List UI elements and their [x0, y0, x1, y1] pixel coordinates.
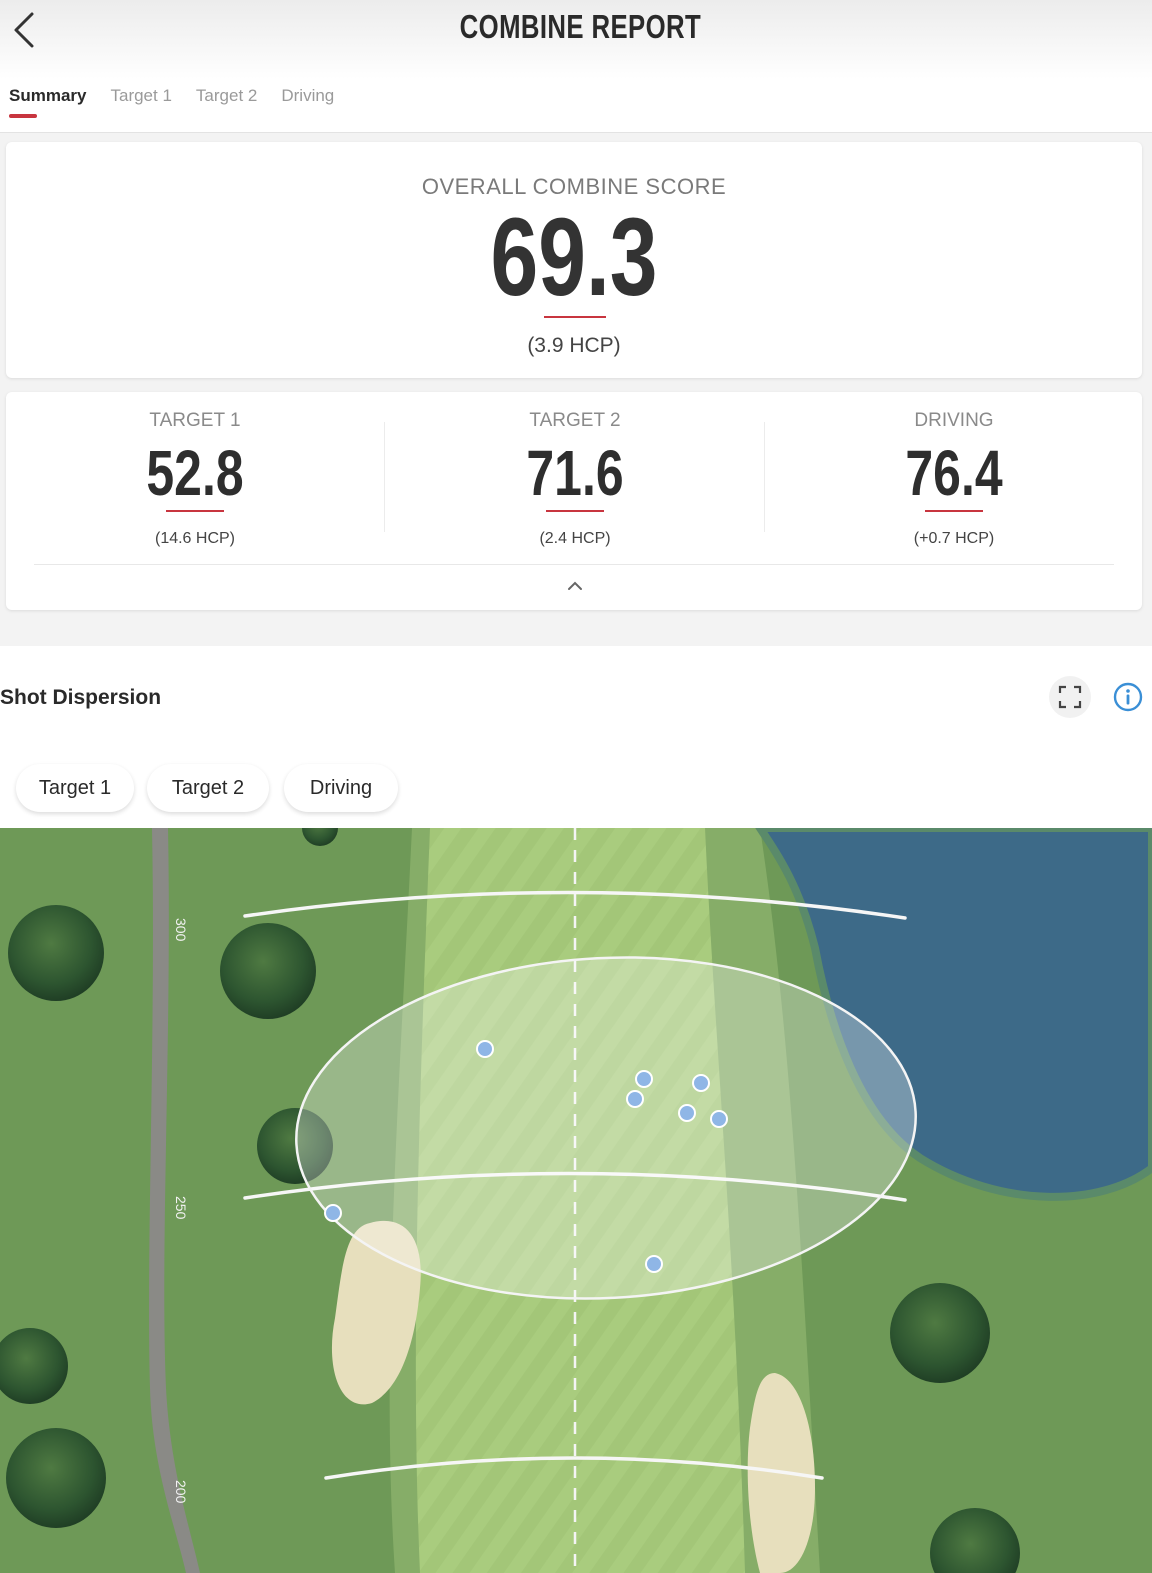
- target-1-score: TARGET 1 52.8 (14.6 HCP): [6, 392, 384, 562]
- score-underline: [166, 510, 224, 512]
- page-title: COMBINE REPORT: [459, 8, 702, 45]
- target-1-value: 52.8: [146, 437, 244, 509]
- shot-dot: [710, 1110, 728, 1128]
- score-underline: [544, 316, 606, 318]
- card-divider: [34, 564, 1114, 565]
- tab-target-2[interactable]: Target 2: [196, 86, 257, 116]
- report-tabs: Summary Target 1 Target 2 Driving: [9, 86, 358, 118]
- target-2-label: TARGET 2: [529, 410, 621, 431]
- driving-value: 76.4: [905, 437, 1003, 509]
- expand-button[interactable]: [1049, 676, 1091, 718]
- shot-dot: [324, 1204, 342, 1222]
- overall-score-card: OVERALL COMBINE SCORE 69.3 (3.9 HCP): [6, 142, 1142, 378]
- shot-dot: [635, 1070, 653, 1088]
- info-icon: [1113, 682, 1143, 712]
- target-1-hcp: (14.6 HCP): [154, 530, 236, 547]
- filter-target-2[interactable]: Target 2: [147, 764, 269, 812]
- tab-summary[interactable]: Summary: [9, 86, 86, 118]
- section-title: Shot Dispersion: [0, 686, 162, 709]
- driving-label: DRIVING: [914, 410, 994, 431]
- overall-score-value: 69.3: [490, 196, 658, 319]
- yardage-label-250: 250: [173, 1196, 189, 1220]
- yardage-label-200: 200: [173, 1480, 189, 1504]
- target-2-score: TARGET 2 71.6 (2.4 HCP): [386, 392, 764, 562]
- driving-hcp: (+0.7 HCP): [913, 530, 995, 547]
- shot-dot: [476, 1040, 494, 1058]
- collapse-button[interactable]: [564, 576, 586, 596]
- back-button[interactable]: [10, 8, 40, 52]
- expand-icon: [1058, 685, 1082, 709]
- chevron-up-icon: [568, 581, 582, 590]
- target-1-label: TARGET 1: [149, 410, 241, 431]
- target-2-hcp: (2.4 HCP): [539, 530, 611, 547]
- target-2-value: 71.6: [526, 437, 624, 509]
- top-bar: COMBINE REPORT Summary Target 1 Target 2…: [0, 0, 1152, 133]
- driving-score: DRIVING 76.4 (+0.7 HCP): [765, 392, 1143, 562]
- tab-driving[interactable]: Driving: [281, 86, 334, 116]
- column-divider: [384, 422, 385, 532]
- tab-target-1[interactable]: Target 1: [110, 86, 171, 116]
- score-underline: [925, 510, 983, 512]
- filter-target-1[interactable]: Target 1: [16, 764, 134, 812]
- sub-scores-card: TARGET 1 52.8 (14.6 HCP) TARGET 2 71.6 (…: [6, 392, 1142, 610]
- shot-dot: [692, 1074, 710, 1092]
- info-button[interactable]: [1112, 681, 1144, 713]
- shot-dot: [645, 1255, 663, 1273]
- yardage-label-300: 300: [173, 918, 189, 942]
- shot-dot: [626, 1090, 644, 1108]
- shot-dot: [678, 1104, 696, 1122]
- overall-hcp: (3.9 HCP): [527, 334, 621, 357]
- back-arrow-icon: [14, 12, 34, 48]
- score-underline: [546, 510, 604, 512]
- shot-dispersion-map[interactable]: 300 250 200: [0, 828, 1152, 1573]
- filter-driving[interactable]: Driving: [284, 764, 398, 812]
